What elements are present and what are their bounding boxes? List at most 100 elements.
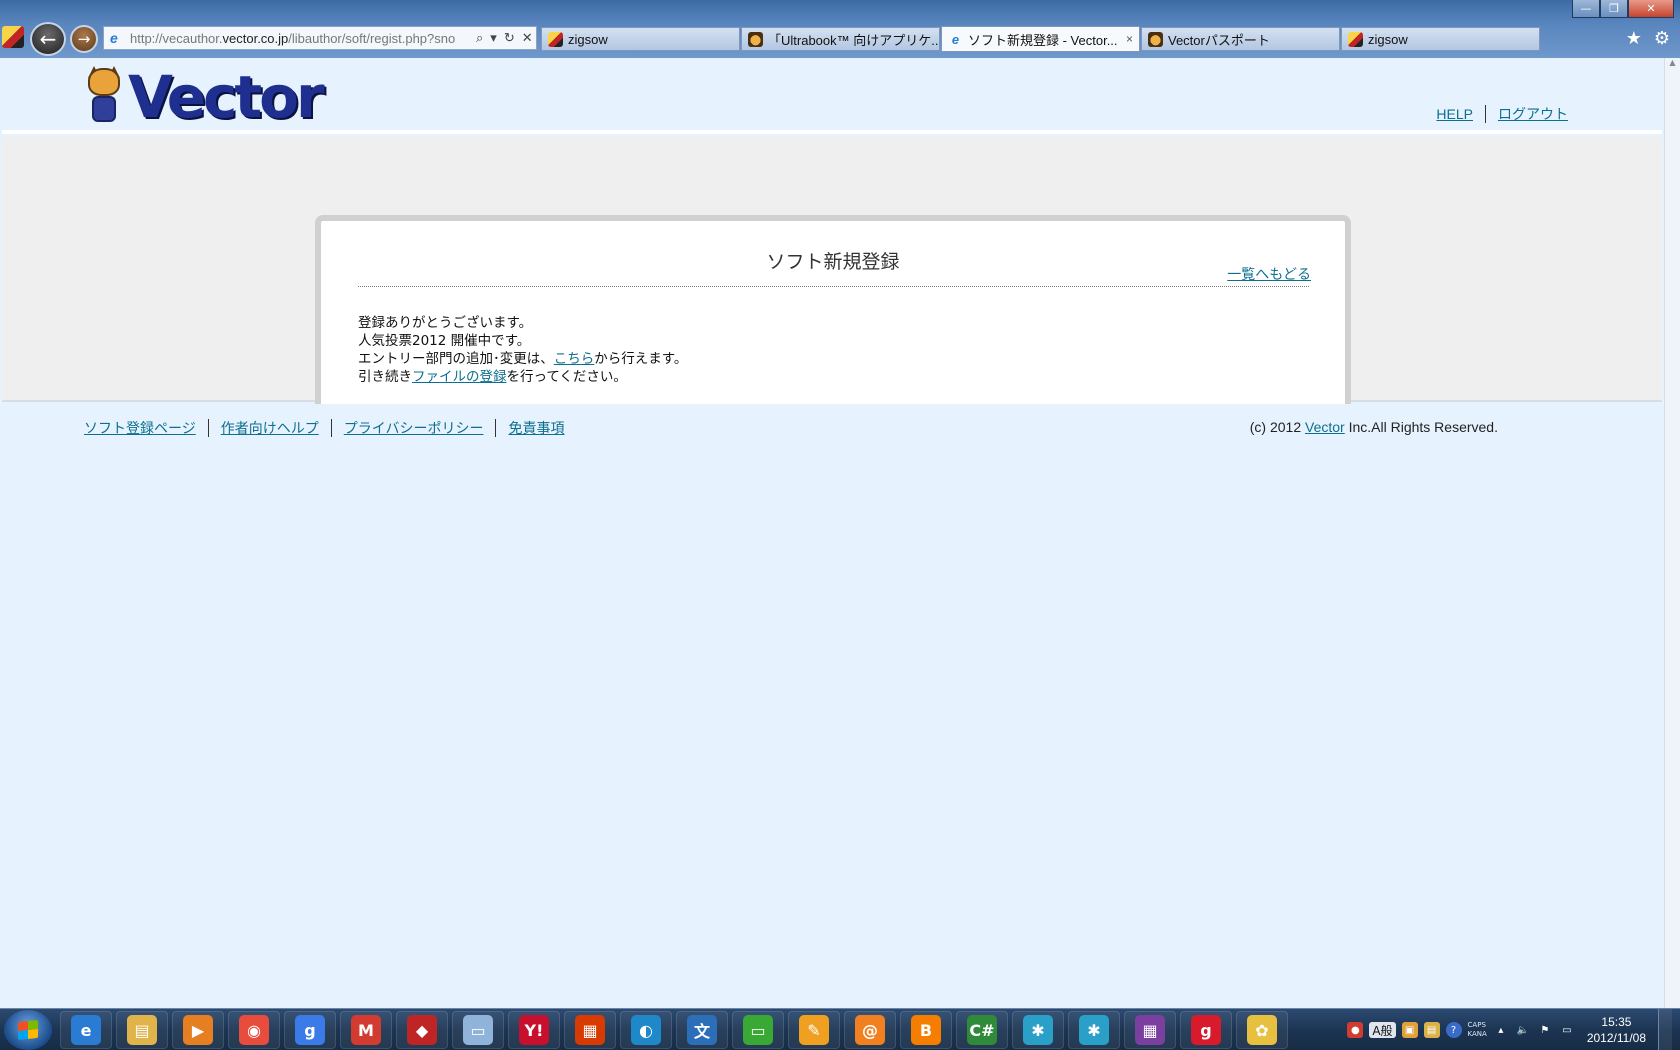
footer-nav: ソフト登録ページ 作者向けヘルプ プライバシーポリシー 免責事項 xyxy=(84,418,564,438)
logout-link[interactable]: ログアウト xyxy=(1498,104,1568,124)
tab-label: zigsow xyxy=(1368,31,1408,47)
windows-logo-icon xyxy=(18,1019,38,1041)
zigsow-favicon-icon xyxy=(1348,31,1363,47)
message-line: 人気投票2012 開催中です。 xyxy=(358,333,531,349)
show-hidden-icons-icon[interactable]: ▴ xyxy=(1493,1022,1509,1038)
gmail-icon: M xyxy=(351,1015,381,1045)
message-line: 登録ありがとうございます。 xyxy=(358,315,533,331)
windows8-icon: ▦ xyxy=(1135,1015,1165,1045)
content-area: ソフト新規登録 一覧へもどる 登録ありがとうございます。 人気投票2012 開催… xyxy=(2,137,1662,413)
taskbar-app-pin-app[interactable]: ✎ xyxy=(788,1011,840,1049)
page-favicon-icon xyxy=(2,26,24,48)
taskbar-app-yahoo[interactable]: Y! xyxy=(508,1011,560,1049)
taskbar-app-gmail[interactable]: M xyxy=(340,1011,392,1049)
footer-link-disclaimer[interactable]: 免責事項 xyxy=(508,418,564,438)
taskbar-app-translate[interactable]: 文 xyxy=(676,1011,728,1049)
message-line: エントリー部門の追加･変更は、こちらから行えます。 xyxy=(358,351,688,367)
tab-label: 「Ultrabook™ 向けアプリケ... xyxy=(768,32,940,48)
action-center-flag-icon[interactable]: ⚑ xyxy=(1537,1022,1553,1038)
window-controls: — ❐ ✕ xyxy=(1572,0,1674,18)
zigsow-icon: ◆ xyxy=(407,1015,437,1045)
tab-ultrabook[interactable]: 「Ultrabook™ 向けアプリケ... xyxy=(741,27,940,51)
close-window-button[interactable]: ✕ xyxy=(1628,0,1674,18)
tab-zigsow-2[interactable]: zigsow xyxy=(1341,27,1540,51)
taskbar-app-csharp[interactable]: C# xyxy=(956,1011,1008,1049)
taskbar-app-browser-app[interactable]: ◐ xyxy=(620,1011,672,1049)
taskbar-app-at-app[interactable]: @ xyxy=(844,1011,896,1049)
vertical-scrollbar[interactable]: ▲ xyxy=(1664,58,1680,1008)
minimize-button[interactable]: — xyxy=(1572,0,1600,18)
file-register-link[interactable]: ファイルの登録 xyxy=(412,369,507,385)
forward-button[interactable]: → xyxy=(70,25,98,53)
favorites-star-icon[interactable]: ★ xyxy=(1626,28,1642,49)
clock[interactable]: 15:35 2012/11/08 xyxy=(1587,1014,1646,1046)
tools-gear-icon[interactable]: ⚙ xyxy=(1654,28,1670,49)
at-app-icon: @ xyxy=(855,1015,885,1045)
scroll-up-icon[interactable]: ▲ xyxy=(1665,58,1680,67)
message-line: 引き続きファイルの登録を行ってください。 xyxy=(358,369,627,385)
office-icon: ▦ xyxy=(575,1015,605,1045)
ie-favicon-icon: e xyxy=(951,31,960,47)
vector-cat-mascot-icon xyxy=(84,66,124,126)
tab-close-icon[interactable]: × xyxy=(1126,32,1133,46)
tab-soft-regist[interactable]: e ソフト新規登録 - Vector... × xyxy=(941,26,1140,52)
ime-tool-icon[interactable]: ▣ xyxy=(1401,1022,1418,1038)
taskbar-app-zigsow[interactable]: ◆ xyxy=(396,1011,448,1049)
antivirus-tray-icon[interactable]: ● xyxy=(1347,1022,1364,1038)
registration-complete-panel: ソフト新規登録 一覧へもどる 登録ありがとうございます。 人気投票2012 開催… xyxy=(315,215,1351,413)
back-button[interactable]: ← xyxy=(30,22,66,56)
volume-icon[interactable]: 🔈 xyxy=(1515,1022,1531,1038)
taskbar-app-windows8[interactable]: ▦ xyxy=(1124,1011,1176,1049)
back-to-list-link[interactable]: 一覧へもどる xyxy=(1227,264,1311,284)
vector-link[interactable]: Vector xyxy=(1305,419,1345,435)
tab-vector-passport[interactable]: Vectorパスポート xyxy=(1141,27,1340,51)
refresh-icon[interactable]: ↻ xyxy=(504,30,515,46)
address-bar[interactable]: e http://vecauthor.vector.co.jp/libautho… xyxy=(103,26,537,50)
taskbar-app-chrome[interactable]: ◉ xyxy=(228,1011,280,1049)
taskbar-app-ie[interactable]: e xyxy=(60,1011,112,1049)
taskbar-app-office[interactable]: ▦ xyxy=(564,1011,616,1049)
system-tray: ● A般 ▣ ▤ ? CAPS KANA ▴ 🔈 ⚑ ▭ 15:35 2012/11… xyxy=(1347,1009,1680,1050)
notepad-icon: ▭ xyxy=(463,1015,493,1045)
restore-button[interactable]: ❐ xyxy=(1600,0,1628,18)
taskbar-app-paw-app-1[interactable]: ✱ xyxy=(1012,1011,1064,1049)
taskbar-app-g-app[interactable]: g xyxy=(1180,1011,1232,1049)
vector-cat-favicon-icon xyxy=(748,31,763,47)
taskbar-apps: e ▤ ▶ ◉ g M ◆ ▭ Y! ▦ ◐ 文 ▭ ✎ @ B C# ✱ ✱ ▦ g ✿ xyxy=(60,1011,1288,1049)
show-desktop-button[interactable] xyxy=(1658,1009,1672,1050)
browser-app-icon: ◐ xyxy=(631,1015,661,1045)
start-button[interactable] xyxy=(4,1010,52,1050)
footer-link-privacy[interactable]: プライバシーポリシー xyxy=(344,418,484,438)
taskbar-app-paw-app-2[interactable]: ✱ xyxy=(1068,1011,1120,1049)
footer-link-author-help[interactable]: 作者向けヘルプ xyxy=(221,418,319,438)
taskbar-app-google[interactable]: g xyxy=(284,1011,336,1049)
dropdown-icon[interactable]: ▾ xyxy=(490,30,497,46)
taskbar-app-media-player[interactable]: ▶ xyxy=(172,1011,224,1049)
tab-label: ソフト新規登録 - Vector... xyxy=(968,32,1118,48)
address-url[interactable]: http://vecauthor.vector.co.jp/libauthor/… xyxy=(130,31,470,46)
stop-icon[interactable]: ✕ xyxy=(522,30,533,46)
taskbar-app-notepad[interactable]: ▭ xyxy=(452,1011,504,1049)
site-header: Vector HELP ログアウト xyxy=(2,58,1662,134)
search-icon[interactable]: ⌕ xyxy=(476,30,483,46)
vector-logo[interactable]: Vector xyxy=(84,64,325,126)
help-link[interactable]: HELP xyxy=(1436,106,1473,122)
entry-change-link[interactable]: こちら xyxy=(554,351,595,367)
translate-icon: 文 xyxy=(687,1015,717,1045)
yahoo-icon: Y! xyxy=(519,1015,549,1045)
chrome-icon: ◉ xyxy=(239,1015,269,1045)
footer-link-soft-register[interactable]: ソフト登録ページ xyxy=(84,418,196,438)
vector-cat-favicon-icon xyxy=(1148,31,1163,47)
page-viewport: Vector HELP ログアウト ソフト新規登録 一覧へもどる 登録ありがとう… xyxy=(2,58,1662,1008)
taskbar-app-paint[interactable]: ✿ xyxy=(1236,1011,1288,1049)
divider xyxy=(1485,105,1486,123)
tab-zigsow-1[interactable]: zigsow xyxy=(541,27,740,51)
taskbar-app-green-app[interactable]: ▭ xyxy=(732,1011,784,1049)
ime-dictionary-icon[interactable]: ▤ xyxy=(1423,1022,1440,1038)
ime-help-icon[interactable]: ? xyxy=(1445,1022,1462,1038)
message-body: 登録ありがとうございます。 人気投票2012 開催中です。 エントリー部門の追加… xyxy=(358,314,687,386)
ime-indicator[interactable]: A般 xyxy=(1369,1022,1396,1038)
taskbar-app-blogger[interactable]: B xyxy=(900,1011,952,1049)
network-icon[interactable]: ▭ xyxy=(1559,1022,1575,1038)
taskbar-app-explorer[interactable]: ▤ xyxy=(116,1011,168,1049)
